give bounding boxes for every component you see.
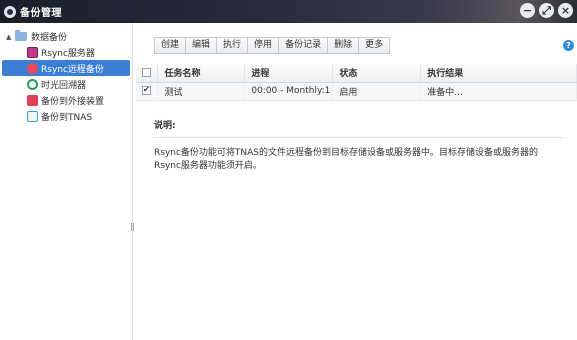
external-device-icon <box>27 94 38 106</box>
cell-status: 启用 <box>332 82 422 101</box>
task-table: 任务名称 进程 状态 执行结果 测试 00:00 - Monthly:1 启用 … <box>136 64 577 101</box>
disable-button[interactable]: 停用 <box>247 37 280 54</box>
column-header-status[interactable]: 状态 <box>332 64 422 83</box>
collapse-icon[interactable]: ▲ <box>6 33 15 41</box>
sidebar-item-rsync-server[interactable]: Rsync服务器 <box>2 44 130 60</box>
description-text: Rsync备份功能可将TNAS的文件远程备份到目标存储设备或服务器中。目标存储设… <box>154 148 539 171</box>
tnas-icon <box>27 110 38 122</box>
select-all-checkbox[interactable] <box>142 67 151 77</box>
sidebar-item-label: 备份到外接装置 <box>41 96 105 107</box>
sidebar-item-label: Rsync远程备份 <box>41 64 104 75</box>
sidebar-item-label: 备份到TNAS <box>41 112 93 123</box>
cell-result: 准备中... <box>420 82 577 101</box>
sidebar: ▲ 数据备份 Rsync服务器 Rsync远程备份 时光回溯器 备份到外接装置 … <box>0 23 134 340</box>
tree-root-label: 数据备份 <box>31 33 68 43</box>
column-header-progress[interactable]: 进程 <box>244 64 334 83</box>
more-button[interactable]: 更多 <box>358 37 391 54</box>
folder-icon <box>15 30 27 41</box>
column-header-result[interactable]: 执行结果 <box>420 64 577 83</box>
close-button[interactable]: × <box>558 3 573 18</box>
create-button[interactable]: 创建 <box>154 37 187 54</box>
toolbar: 创建 编辑 执行 停用 备份记录 删除 更多 <box>154 37 391 54</box>
maximize-button[interactable]: ⤢ <box>539 3 554 18</box>
description-title: 说明: <box>154 118 564 138</box>
backup-log-button[interactable]: 备份记录 <box>278 37 329 54</box>
run-button[interactable]: 执行 <box>216 37 249 54</box>
tree-root-data-backup[interactable]: ▲ 数据备份 <box>0 29 132 44</box>
time-machine-icon <box>27 78 38 90</box>
title-bar: 备份管理 − ⤢ × <box>0 0 577 23</box>
delete-button[interactable]: 删除 <box>327 37 360 54</box>
sidebar-item-label: Rsync服务器 <box>41 48 95 59</box>
row-checkbox[interactable] <box>142 85 151 95</box>
select-all-header[interactable] <box>136 64 159 83</box>
sidebar-item-time-machine[interactable]: 时光回溯器 <box>2 76 130 92</box>
description-panel: 说明: Rsync备份功能可将TNAS的文件远程备份到目标存储设备或服务器中。目… <box>154 118 564 173</box>
column-header-name[interactable]: 任务名称 <box>157 64 246 83</box>
sidebar-item-rsync-remote-backup[interactable]: Rsync远程备份 <box>2 60 130 76</box>
table-row[interactable]: 测试 00:00 - Monthly:1 启用 准备中... <box>136 82 577 101</box>
cell-task-name: 测试 <box>157 82 246 101</box>
window-title: 备份管理 <box>20 8 62 19</box>
edit-button[interactable]: 编辑 <box>185 37 218 54</box>
cell-progress: 00:00 - Monthly:1 <box>244 82 334 101</box>
minimize-button[interactable]: − <box>520 3 535 18</box>
help-icon[interactable]: ? <box>563 40 574 51</box>
sidebar-item-backup-to-tnas[interactable]: 备份到TNAS <box>2 108 130 124</box>
main-panel: 创建 编辑 执行 停用 备份记录 删除 更多 ? 任务名称 进程 状态 执行结果 <box>134 23 577 340</box>
table-header-row: 任务名称 进程 状态 执行结果 <box>136 64 577 83</box>
row-select-cell[interactable] <box>136 82 159 101</box>
window-controls: − ⤢ × <box>520 3 573 18</box>
sidebar-item-external-device[interactable]: 备份到外接装置 <box>2 92 130 108</box>
app-icon <box>4 5 16 18</box>
remote-backup-icon <box>27 62 38 74</box>
rsync-server-icon <box>27 46 38 58</box>
sidebar-item-label: 时光回溯器 <box>41 80 87 91</box>
